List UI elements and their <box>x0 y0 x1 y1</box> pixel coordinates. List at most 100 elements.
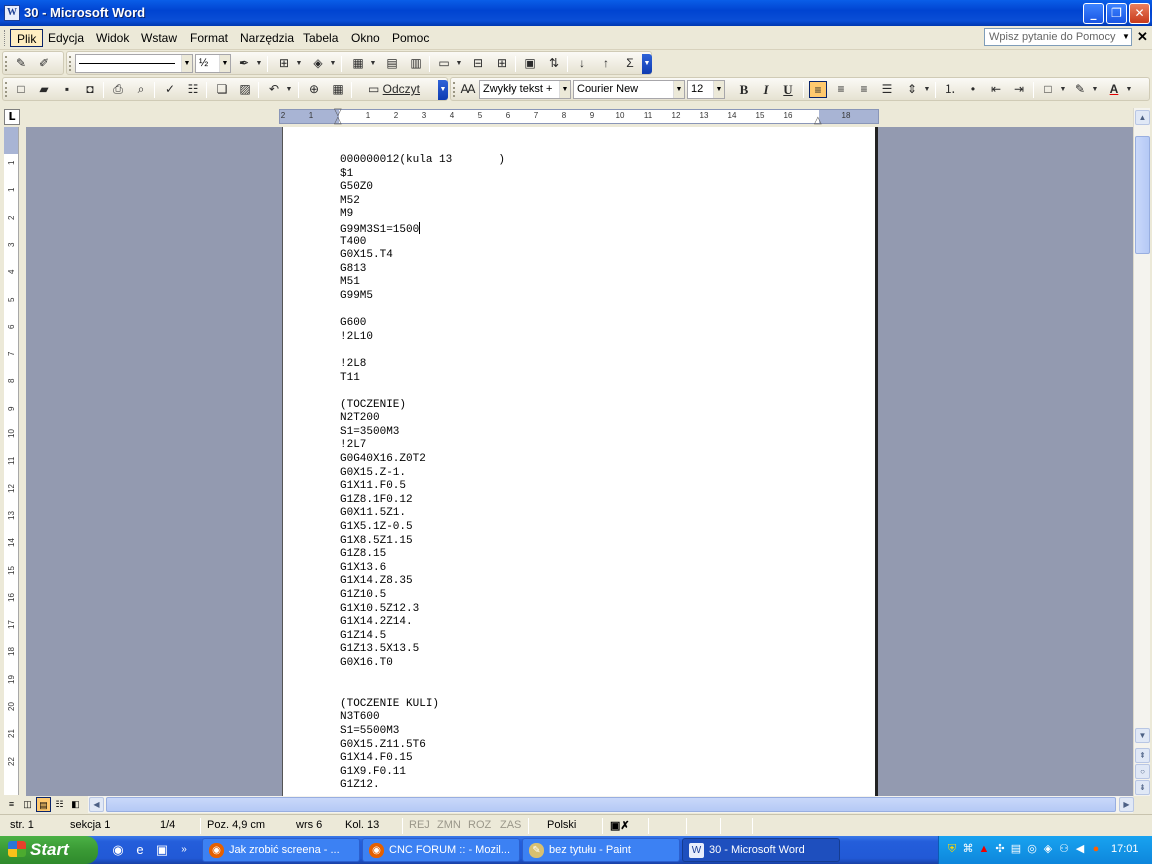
highlight-icon[interactable]: ✎ <box>1071 81 1089 98</box>
task-paint[interactable]: ✎ bez tytułu - Paint <box>522 838 680 862</box>
chevron-down-icon[interactable]: ▼ <box>329 55 337 72</box>
document-line[interactable]: G0X15.Z11.5T6 <box>340 739 505 753</box>
copy-icon[interactable]: ❏ <box>213 81 231 98</box>
scroll-left-icon[interactable]: ◀ <box>89 797 104 812</box>
status-record-macro[interactable]: REJ <box>409 819 430 831</box>
tray-app-icon[interactable]: ● <box>1089 842 1103 856</box>
tray-device-icon[interactable]: ⚇ <box>1057 842 1071 856</box>
style-select[interactable]: Zwykły tekst + ▼ <box>479 80 571 99</box>
document-line[interactable]: G1X11.F0.5 <box>340 480 505 494</box>
document-text[interactable]: 000000012(kula 13 ) $1 G50Z0 M52 M9 G99M3S1=1… <box>340 154 505 793</box>
chevron-down-icon[interactable]: ▼ <box>255 55 263 72</box>
document-line[interactable]: G1Z10.5 <box>340 589 505 603</box>
reading-view-icon[interactable]: ◧ <box>68 797 83 812</box>
paste-icon[interactable]: ▨ <box>236 81 254 98</box>
shading-icon[interactable]: ◈ <box>309 55 327 72</box>
document-line[interactable] <box>340 671 505 685</box>
sort-descending-icon[interactable]: ↑ <box>597 55 615 72</box>
menu-grip[interactable] <box>4 30 7 46</box>
minimize-button[interactable]: _ <box>1083 3 1104 24</box>
underline-button[interactable]: U <box>779 81 797 98</box>
document-line[interactable]: G0X16.T0 <box>340 657 505 671</box>
line-width-select[interactable]: ½ ▼ <box>195 54 231 73</box>
page[interactable]: 000000012(kula 13 ) $1 G50Z0 M52 M9 G99M3S1=1… <box>282 127 878 796</box>
menu-window[interactable]: Okno <box>345 29 386 47</box>
status-track-changes[interactable]: ZMN <box>437 819 461 831</box>
toolbar-grip[interactable] <box>5 82 8 97</box>
document-line[interactable]: S1=3500M3 <box>340 426 505 440</box>
new-document-icon[interactable]: □ <box>12 81 30 98</box>
toolbar-grip[interactable] <box>5 56 8 71</box>
align-cell-icon[interactable]: ▭ <box>435 55 453 72</box>
tray-update-icon[interactable]: ◎ <box>1025 842 1039 856</box>
print-layout-icon[interactable]: ▤ <box>36 797 51 812</box>
quick-launch-ie-icon[interactable]: e <box>132 842 148 858</box>
previous-page-icon[interactable]: ⇞ <box>1135 748 1150 763</box>
document-line[interactable]: G1X8.5Z1.15 <box>340 535 505 549</box>
document-line[interactable] <box>340 304 505 318</box>
network-icon[interactable]: ⌘ <box>961 842 975 856</box>
horizontal-scroll-thumb[interactable] <box>106 797 1116 812</box>
text-direction-icon[interactable]: ⇅ <box>545 55 563 72</box>
chevron-down-icon[interactable]: ▼ <box>285 81 293 98</box>
document-line[interactable]: G1X9.F0.11 <box>340 766 505 780</box>
right-indent-marker[interactable]: △ <box>814 115 822 126</box>
document-line[interactable]: G1X10.5Z12.3 <box>340 603 505 617</box>
document-line[interactable]: S1=5500M3 <box>340 725 505 739</box>
tables-borders-icon[interactable]: ▦ <box>329 81 347 98</box>
document-line[interactable]: (TOCZENIE KULI) <box>340 698 505 712</box>
document-line[interactable]: G1X14.F0.15 <box>340 752 505 766</box>
spelling-status-icon[interactable]: ▣✗ <box>610 819 630 832</box>
quick-launch-more-icon[interactable]: » <box>176 842 192 858</box>
close-document-icon[interactable]: ✕ <box>1137 29 1148 45</box>
font-size-select[interactable]: 12 ▼ <box>687 80 725 99</box>
document-area[interactable]: 000000012(kula 13 ) $1 G50Z0 M52 M9 G99M3S1=1… <box>26 127 1133 796</box>
ati-icon[interactable]: ▲ <box>977 842 991 856</box>
chevron-down-icon[interactable]: ▼ <box>369 55 377 72</box>
document-line[interactable]: G1Z8.15 <box>340 548 505 562</box>
menu-tools[interactable]: Narzędzia <box>234 29 300 47</box>
compare-icon[interactable]: ✐ <box>35 55 53 72</box>
menu-file[interactable]: Plik <box>10 29 44 47</box>
chevron-down-icon[interactable]: ▼ <box>295 55 303 72</box>
bullets-icon[interactable]: • <box>964 81 982 98</box>
menu-help[interactable]: Pomoc <box>386 29 435 47</box>
scroll-down-icon[interactable]: ▼ <box>1135 728 1150 743</box>
document-line[interactable]: G1Z13.5X13.5 <box>340 643 505 657</box>
next-page-icon[interactable]: ⇟ <box>1135 780 1150 795</box>
menu-edit[interactable]: Edycja <box>42 29 90 47</box>
document-line[interactable]: G0X11.5Z1. <box>340 507 505 521</box>
font-color-icon[interactable]: A <box>1105 81 1123 98</box>
restore-button[interactable]: ❐ <box>1106 3 1127 24</box>
print-icon[interactable]: ⎙ <box>109 81 127 98</box>
chevron-down-icon[interactable]: ▼ <box>1125 81 1133 98</box>
security-shield-icon[interactable]: ⛨ <box>945 842 959 856</box>
chevron-down-icon[interactable]: ▼ <box>455 55 463 72</box>
line-color-icon[interactable]: ✒ <box>235 55 253 72</box>
font-select[interactable]: Courier New ▼ <box>573 80 685 99</box>
read-mode-button[interactable]: ▭ Odczyt <box>359 81 429 98</box>
scroll-right-icon[interactable]: ▶ <box>1119 797 1134 812</box>
document-line[interactable]: !2L10 <box>340 331 505 345</box>
undo-icon[interactable]: ↶ <box>265 81 283 98</box>
borders-icon[interactable]: ⊞ <box>275 55 293 72</box>
align-left-icon[interactable]: ≡ <box>809 81 827 98</box>
document-line[interactable]: G99M5 <box>340 290 505 304</box>
autosum-icon[interactable]: Σ <box>621 55 639 72</box>
left-indent-marker[interactable]: △ <box>334 115 342 126</box>
word-app-icon[interactable]: W <box>4 5 20 21</box>
toolbar-grip[interactable] <box>69 56 72 71</box>
web-layout-icon[interactable]: ◫ <box>20 797 35 812</box>
tray-monitor-icon[interactable]: ▤ <box>1009 842 1023 856</box>
sort-ascending-icon[interactable]: ↓ <box>573 55 591 72</box>
menu-insert[interactable]: Wstaw <box>135 29 183 47</box>
document-line[interactable]: !2L8 <box>340 358 505 372</box>
merge-cells-icon[interactable]: ▤ <box>383 55 401 72</box>
chevron-down-icon[interactable]: ▼ <box>1059 81 1067 98</box>
close-button[interactable]: ✕ <box>1129 3 1150 24</box>
styles-pane-icon[interactable]: Ꜳ <box>459 81 477 98</box>
document-line[interactable]: (TOCZENIE) <box>340 399 505 413</box>
distribute-columns-icon[interactable]: ⊞ <box>493 55 511 72</box>
toolbar-options-icon[interactable]: ▼ <box>642 54 652 74</box>
numbering-icon[interactable]: ⒈ <box>941 81 959 98</box>
